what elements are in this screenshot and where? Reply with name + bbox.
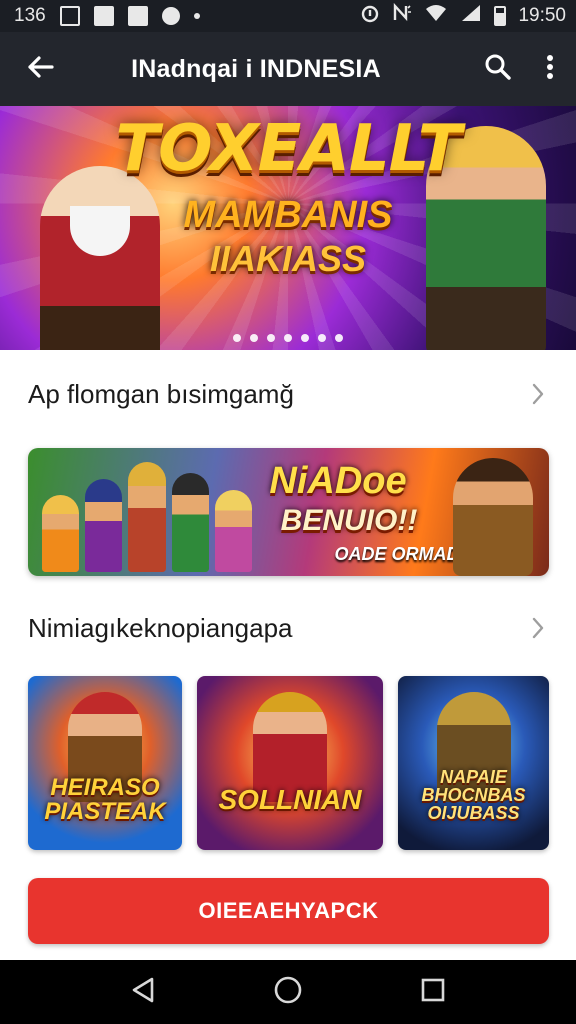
section-header-2[interactable]: Nimiagıkeknopiangapa [0,598,576,658]
tile-caption: HEIRASO PIASTEAK [44,774,166,825]
pager-dot[interactable] [267,334,275,342]
banner-character [85,478,123,572]
back-triangle-icon [130,976,156,1009]
banner-title: NiADoe [269,460,407,502]
system-nav-bar [0,960,576,1024]
photo-icon [59,6,80,26]
pager-dot[interactable] [335,334,343,342]
nav-recents-button[interactable] [413,972,453,1012]
home-circle-icon [273,975,303,1010]
dot-icon [193,13,200,19]
signal-icon [460,3,482,29]
game-tile-3[interactable]: NAPAIE BHOCNBAS OIJUBASS [398,676,549,850]
app-icon [93,6,114,26]
status-bar-right: 19:50 [360,2,566,29]
app-bar-title: INadnqai i INDNESIA [131,54,381,83]
nfc-icon [392,2,412,29]
pager-dot[interactable] [284,334,292,342]
app-icon [161,7,180,25]
status-time: 19:50 [518,5,566,26]
nav-home-button[interactable] [268,972,308,1012]
chevron-right-icon [528,617,548,639]
app-icon [127,6,148,26]
promo-banner[interactable]: NiADoe BENUIO!! OADE ORMAD! [28,448,549,576]
pager-dot[interactable] [250,334,258,342]
hero-subtitle-line2: IIAKIASS [209,238,367,279]
banner-character [128,462,166,572]
wifi-icon [424,3,448,29]
tile-caption: SOLLNIAN [218,784,362,815]
section-header-1[interactable]: Ap flomgan bısimgamğ [0,364,576,424]
search-icon [484,53,512,86]
pager-dot[interactable] [301,334,309,342]
game-tile-1[interactable]: HEIRASO PIASTEAK [28,676,182,850]
pager-dot[interactable] [233,334,241,342]
battery-icon [494,6,507,26]
nav-back-button[interactable] [123,972,163,1012]
recents-square-icon [420,977,446,1008]
hero-subtitle-line1: MAMBANIS [183,194,393,236]
chevron-right-icon [528,383,548,405]
pager-dot[interactable] [318,334,326,342]
hero-title: TOXEALLT [115,112,462,186]
hero-carousel[interactable]: TOXEALLT MAMBANIS IIAKIASS [0,106,576,350]
banner-character [171,473,209,572]
section-1-title: Ap flomgan bısimgamğ [28,378,294,409]
more-vert-icon [546,54,554,85]
tile-caption: NAPAIE BHOCNBAS OIJUBASS [421,767,526,823]
section-2-title: Nimiagıkeknopiangapa [28,612,293,643]
banner-character [42,495,80,572]
back-arrow-icon [26,55,54,84]
status-bar: 136 19:50 [0,0,576,32]
more-options-button[interactable] [524,32,576,106]
app-bar: INadnqai i INDNESIA [0,32,576,106]
alarm-icon [360,3,380,29]
back-button[interactable] [0,32,80,106]
banner-subtitle: BENUIO!! [280,504,418,537]
status-bar-left: 136 [14,5,200,27]
carousel-pager[interactable] [0,334,576,342]
banner-character-right [453,458,533,576]
banner-character [214,489,253,572]
game-tile-2[interactable]: SOLLNIAN [197,676,383,850]
search-button[interactable] [472,32,524,106]
status-left-text: 136 [14,5,46,26]
cta-button[interactable]: OIEEAEHYAPCK [28,878,549,944]
banner-character-group [42,462,253,572]
